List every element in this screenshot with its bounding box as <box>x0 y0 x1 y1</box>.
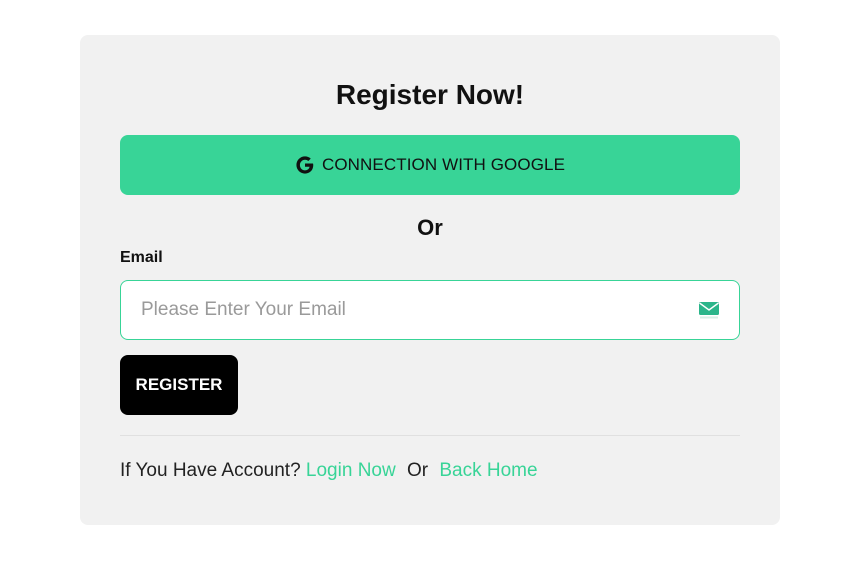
account-prompt: If You Have Account? <box>120 460 301 481</box>
or-separator: Or <box>417 215 443 240</box>
register-button[interactable]: REGISTER <box>120 355 238 415</box>
mail-icon <box>699 302 719 319</box>
divider <box>120 435 740 436</box>
login-link[interactable]: Login Now <box>306 460 396 481</box>
google-button-label: CONNECTION WITH GOOGLE <box>321 155 566 174</box>
google-connect-button[interactable]: CONNECTION WITH GOOGLE <box>120 135 740 195</box>
register-card: Register Now! CONNECTION WITH GOOGLE Or … <box>80 35 780 525</box>
email-label: Email <box>120 249 163 266</box>
page-title: Register Now! <box>335 79 525 110</box>
back-home-link[interactable]: Back Home <box>439 460 537 481</box>
email-field-wrapper <box>120 280 740 340</box>
google-icon <box>296 156 314 174</box>
footer-or-text: Or <box>406 460 429 481</box>
footer-links: If You Have Account? Login Now Or Back H… <box>120 460 538 482</box>
email-input[interactable] <box>141 281 681 339</box>
